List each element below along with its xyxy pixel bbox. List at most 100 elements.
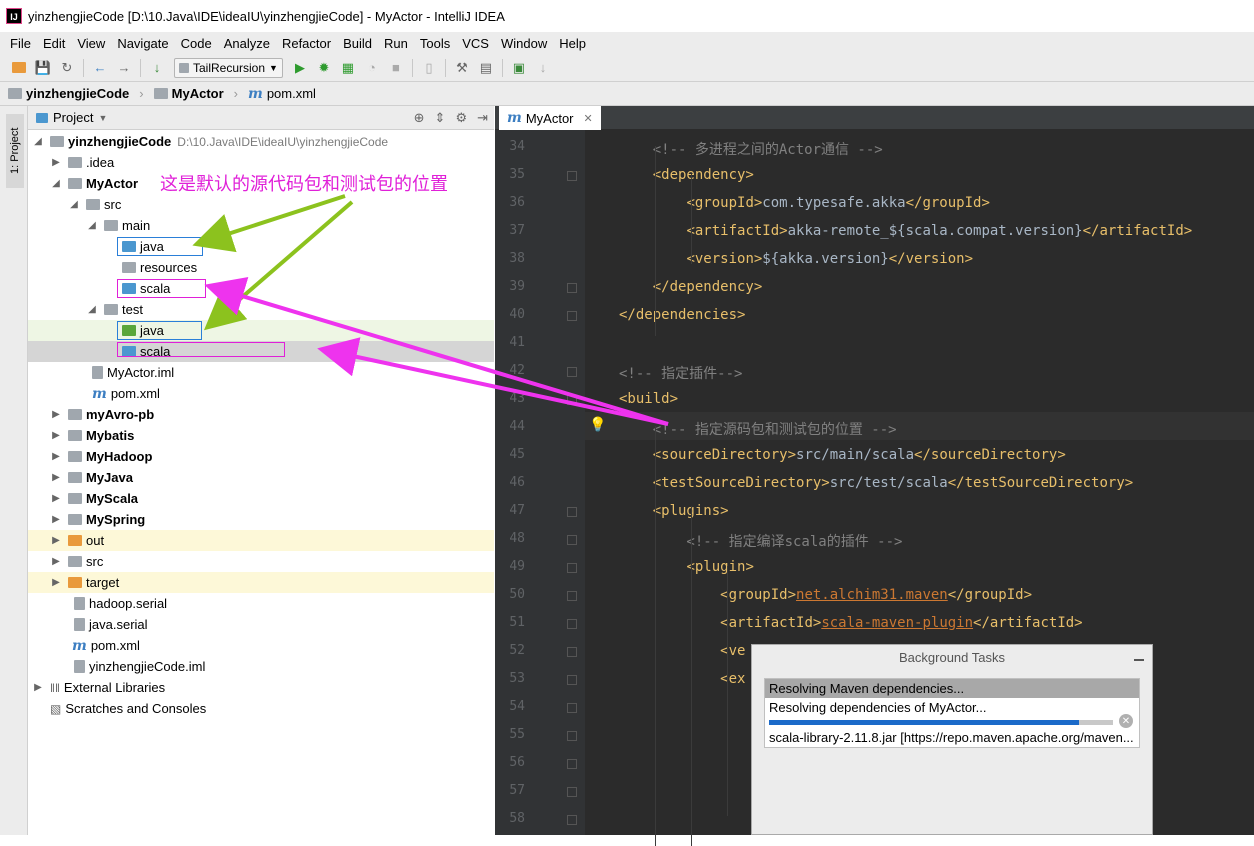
- chevron-right-icon[interactable]: ▶: [50, 472, 62, 483]
- tree-node[interactable]: ◢ main: [28, 215, 494, 236]
- chevron-right-icon[interactable]: ▶: [32, 682, 44, 693]
- code-line[interactable]: <groupId>com.typesafe.akka</groupId>: [619, 195, 989, 211]
- tree-node[interactable]: MyActor.iml: [28, 362, 494, 383]
- back-icon[interactable]: ←: [89, 57, 111, 79]
- tab-myactor[interactable]: m MyActor ✕: [499, 106, 601, 130]
- chevron-right-icon[interactable]: ▶: [50, 493, 62, 504]
- code-line[interactable]: </dependency>: [619, 279, 763, 295]
- chevron-down-icon[interactable]: ▼: [98, 113, 107, 123]
- forward-icon[interactable]: →: [113, 57, 135, 79]
- sdk-icon[interactable]: ▣: [508, 57, 530, 79]
- code-line[interactable]: <sourceDirectory>src/main/scala</sourceD…: [619, 447, 1066, 463]
- fold-marker[interactable]: [567, 311, 577, 321]
- chevron-right-icon[interactable]: ▶: [50, 409, 62, 420]
- coverage-icon[interactable]: ▦: [337, 57, 359, 79]
- tree-node[interactable]: resources: [28, 257, 494, 278]
- fold-marker[interactable]: [567, 395, 577, 405]
- tree-node[interactable]: ▶ myAvro-pb: [28, 404, 494, 425]
- fold-marker[interactable]: [567, 171, 577, 181]
- stop-icon[interactable]: ■: [385, 57, 407, 79]
- project-tool-tab[interactable]: 1: Project: [6, 114, 24, 188]
- tree-node[interactable]: scala: [28, 278, 494, 299]
- menu-edit[interactable]: Edit: [37, 36, 71, 51]
- menu-analyze[interactable]: Analyze: [218, 36, 276, 51]
- fold-marker[interactable]: [567, 703, 577, 713]
- tree-node[interactable]: yinzhengjieCode.iml: [28, 656, 494, 677]
- code-line[interactable]: <dependency>: [619, 167, 754, 183]
- tree-node[interactable]: ▶ MyScala: [28, 488, 494, 509]
- tree-node[interactable]: ▶ Mybatis: [28, 425, 494, 446]
- attach-icon[interactable]: ▯: [418, 57, 440, 79]
- fold-marker[interactable]: [567, 787, 577, 797]
- menu-view[interactable]: View: [71, 36, 111, 51]
- breadcrumb-item[interactable]: m pom.xml: [248, 86, 326, 102]
- chevron-right-icon[interactable]: ▶: [50, 577, 62, 588]
- code-line[interactable]: <plugins>: [619, 503, 729, 519]
- tree-node[interactable]: ▶ MySpring: [28, 509, 494, 530]
- chevron-right-icon[interactable]: ▶: [50, 430, 62, 441]
- chevron-down-icon[interactable]: ◢: [68, 199, 80, 210]
- fold-marker[interactable]: [567, 507, 577, 517]
- run-config-select[interactable]: TailRecursion ▼: [174, 57, 283, 78]
- code-line[interactable]: <artifactId>akka-remote_${scala.compat.v…: [619, 223, 1192, 239]
- code-line[interactable]: <!-- 指定编译scala的插件 -->: [619, 531, 902, 551]
- tree-node[interactable]: hadoop.serial: [28, 593, 494, 614]
- tree-node[interactable]: ◢ src: [28, 194, 494, 215]
- menu-help[interactable]: Help: [553, 36, 592, 51]
- breadcrumb-item[interactable]: yinzhengjieCode: [8, 86, 144, 101]
- fold-marker[interactable]: [567, 815, 577, 825]
- chevron-right-icon[interactable]: ▶: [50, 451, 62, 462]
- chevron-right-icon[interactable]: ▶: [50, 157, 62, 168]
- chevron-down-icon[interactable]: ◢: [32, 136, 44, 147]
- chevron-down-icon[interactable]: ◢: [50, 178, 62, 189]
- tree-node[interactable]: ▶ src: [28, 551, 494, 572]
- fold-marker[interactable]: [567, 591, 577, 601]
- tree-node[interactable]: ▶ MyHadoop: [28, 446, 494, 467]
- code-line[interactable]: <!-- 多进程之间的Actor通信 -->: [619, 139, 883, 159]
- open-folder-icon[interactable]: [8, 57, 30, 79]
- fold-marker[interactable]: [567, 367, 577, 377]
- menu-navigate[interactable]: Navigate: [111, 36, 174, 51]
- fold-marker[interactable]: [567, 759, 577, 769]
- fold-marker[interactable]: [567, 675, 577, 685]
- tree-node[interactable]: m pom.xml: [28, 383, 494, 404]
- chevron-down-icon[interactable]: ◢: [86, 304, 98, 315]
- fold-marker[interactable]: [567, 535, 577, 545]
- tree-node[interactable]: java: [28, 320, 494, 341]
- code-line[interactable]: <build>: [619, 391, 678, 407]
- menu-refactor[interactable]: Refactor: [276, 36, 337, 51]
- chevron-right-icon[interactable]: ▶: [50, 535, 62, 546]
- cancel-icon[interactable]: ✕: [1119, 714, 1133, 728]
- code-line[interactable]: <version>${akka.version}</version>: [619, 251, 973, 267]
- fold-marker[interactable]: [567, 731, 577, 741]
- tree-node[interactable]: ▶ MyJava: [28, 467, 494, 488]
- save-icon[interactable]: 💾: [32, 57, 54, 79]
- chevron-down-icon[interactable]: ◢: [86, 220, 98, 231]
- code-line[interactable]: <!-- 指定插件-->: [619, 363, 742, 383]
- hide-icon[interactable]: ⇥: [477, 110, 488, 126]
- minimize-icon[interactable]: [1134, 659, 1144, 661]
- menu-vcs[interactable]: VCS: [456, 36, 495, 51]
- code-line[interactable]: <!-- 指定源码包和测试包的位置 -->: [619, 419, 897, 439]
- run-icon[interactable]: ▶: [289, 57, 311, 79]
- tree-node[interactable]: m pom.xml: [28, 635, 494, 656]
- chevron-right-icon[interactable]: ▶: [50, 556, 62, 567]
- chevron-right-icon[interactable]: ▶: [50, 514, 62, 525]
- code-line[interactable]: <testSourceDirectory>src/test/scala</tes…: [619, 475, 1133, 491]
- tree-node[interactable]: ◢ test: [28, 299, 494, 320]
- debug-icon[interactable]: ✹: [313, 57, 335, 79]
- fold-marker[interactable]: [567, 647, 577, 657]
- tree-node[interactable]: ▧ Scratches and Consoles: [28, 698, 494, 719]
- menu-code[interactable]: Code: [175, 36, 218, 51]
- code-line[interactable]: <artifactId>scala-maven-plugin</artifact…: [619, 615, 1082, 631]
- profile-icon[interactable]: ◔: [361, 57, 383, 79]
- project-structure-icon[interactable]: ▤: [475, 57, 497, 79]
- menu-run[interactable]: Run: [378, 36, 414, 51]
- breadcrumb-item[interactable]: MyActor: [153, 86, 238, 101]
- locate-icon[interactable]: ⊕: [414, 110, 425, 126]
- fold-marker[interactable]: [567, 563, 577, 573]
- fold-marker[interactable]: [567, 283, 577, 293]
- menu-tools[interactable]: Tools: [414, 36, 456, 51]
- code-line[interactable]: </dependencies>: [619, 307, 745, 323]
- tree-node[interactable]: ▶ target: [28, 572, 494, 593]
